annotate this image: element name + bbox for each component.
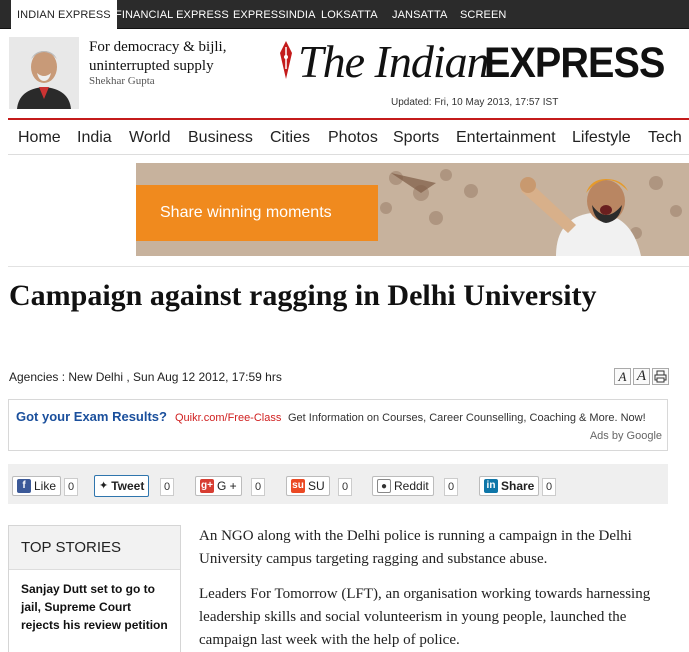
font-increase-button[interactable]: A xyxy=(633,368,650,385)
network-bar: INDIAN EXPRESS FINANCIAL EXPRESS EXPRESS… xyxy=(0,0,689,29)
nav-tech[interactable]: Tech xyxy=(648,129,682,147)
tab-loksatta[interactable]: LOKSATTA xyxy=(321,0,378,29)
article-byline: Agencies : New Delhi , Sun Aug 12 2012, … xyxy=(9,370,282,384)
linkedin-share-button[interactable]: in Share xyxy=(479,476,540,496)
stumbleupon-icon: su xyxy=(291,479,305,493)
article-headline: Campaign against ragging in Delhi Univer… xyxy=(9,279,597,312)
logo-the-indian[interactable]: The Indian xyxy=(298,37,490,87)
main-nav: Home India World Business Cities Photos … xyxy=(8,118,689,155)
top-stories-heading: TOP STORIES xyxy=(9,526,180,570)
nav-world[interactable]: World xyxy=(129,129,171,147)
column-author: Shekhar Gupta xyxy=(89,75,155,87)
article-paragraph: Leaders For Tomorrow (LFT), an organisat… xyxy=(199,586,651,648)
column-title[interactable]: For democracy & bijli, uninterrupted sup… xyxy=(89,38,239,76)
nav-entertainment[interactable]: Entertainment xyxy=(456,129,556,147)
updated-timestamp: Updated: Fri, 10 May 2013, 17:57 IST xyxy=(391,97,559,108)
banner-ad[interactable]: Share winning moments xyxy=(136,163,689,256)
column-title-text[interactable]: For democracy & bijli, uninterrupted sup… xyxy=(89,38,239,76)
tab-jansatta[interactable]: JANSATTA xyxy=(392,0,447,29)
stumbleupon-button[interactable]: su SU xyxy=(286,476,330,496)
tweet-label: Tweet xyxy=(111,479,145,493)
ad-headline[interactable]: Got your Exam Results? xyxy=(16,409,167,424)
share-winning-moments-button[interactable]: Share winning moments xyxy=(136,185,378,241)
top-story-link[interactable]: Sanjay Dutt set to go to jail, Supreme C… xyxy=(9,570,180,644)
article-tools: A A xyxy=(614,368,669,385)
font-decrease-button[interactable]: A xyxy=(614,368,631,385)
share-bar: f Like 0 ✦ Tweet 0 g+ G + 0 su SU 0 ● Re… xyxy=(8,464,668,504)
nav-india[interactable]: India xyxy=(77,129,112,147)
reddit-alien-icon: ● xyxy=(377,479,391,493)
google-plus-icon: g+ xyxy=(200,479,214,493)
reddit-button[interactable]: ● Reddit xyxy=(372,476,434,496)
nav-business[interactable]: Business xyxy=(188,129,253,147)
nav-cities[interactable]: Cities xyxy=(270,129,310,147)
reddit-label: Reddit xyxy=(394,479,429,493)
banner-section: Share winning moments xyxy=(8,156,689,267)
google-plus-button[interactable]: g+ G + xyxy=(195,476,242,496)
linkedin-count: 0 xyxy=(542,478,557,496)
su-count: 0 xyxy=(338,478,353,496)
pen-nib-logo-icon xyxy=(280,41,292,79)
columnist-photo[interactable] xyxy=(9,37,79,109)
nav-lifestyle[interactable]: Lifestyle xyxy=(572,129,631,147)
google-text-ad[interactable]: Got your Exam Results? Quikr.com/Free-Cl… xyxy=(8,399,668,451)
nav-sports[interactable]: Sports xyxy=(393,129,439,147)
tab-financial-express[interactable]: FINANCIAL EXPRESS xyxy=(115,0,229,29)
twitter-bird-icon: ✦ xyxy=(99,480,109,492)
article-body: An NGO along with the Delhi police is ru… xyxy=(199,525,669,652)
logo-express[interactable]: EXPRESS xyxy=(484,38,665,88)
linkedin-icon: in xyxy=(484,479,498,493)
ads-by-google[interactable]: Ads by Google xyxy=(590,430,662,442)
ad-url[interactable]: Quikr.com/Free-Class xyxy=(175,412,281,424)
linkedin-label: Share xyxy=(501,479,535,493)
top-stories-panel: TOP STORIES Sanjay Dutt set to go to jai… xyxy=(8,525,181,652)
nav-home[interactable]: Home xyxy=(18,129,61,147)
reddit-count: 0 xyxy=(444,478,459,496)
facebook-icon: f xyxy=(17,479,31,493)
gplus-count: 0 xyxy=(251,478,266,496)
nav-photos[interactable]: Photos xyxy=(328,129,378,147)
tab-screen[interactable]: SCREEN xyxy=(460,0,506,29)
print-icon[interactable] xyxy=(652,368,669,385)
masthead: For democracy & bijli, uninterrupted sup… xyxy=(0,29,689,117)
tab-indian-express[interactable]: INDIAN EXPRESS xyxy=(11,0,117,29)
article-paragraph: An NGO along with the Delhi police is ru… xyxy=(199,528,632,567)
like-label: Like xyxy=(34,479,57,493)
su-label: SU xyxy=(308,479,325,493)
tweet-count: 0 xyxy=(160,478,175,496)
facebook-like-button[interactable]: f Like xyxy=(12,476,62,496)
ad-description: Get Information on Courses, Career Couns… xyxy=(288,412,646,424)
like-count: 0 xyxy=(64,478,79,496)
tab-expressindia[interactable]: EXPRESSINDIA xyxy=(233,0,316,29)
tweet-button[interactable]: ✦ Tweet xyxy=(94,475,150,497)
gplus-label: G + xyxy=(217,479,237,493)
